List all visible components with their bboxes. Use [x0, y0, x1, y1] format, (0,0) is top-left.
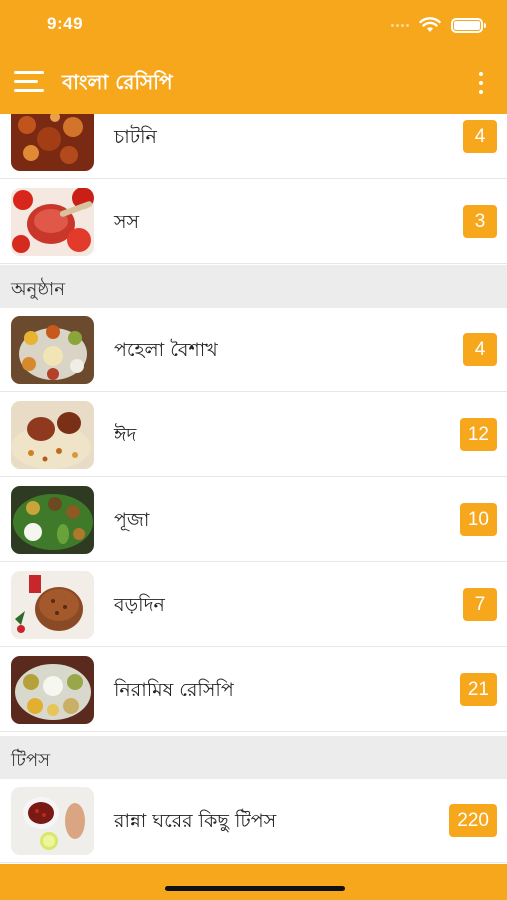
category-list[interactable]: চাটনি 4 সস 3 অনুষ্ঠান পহেলা বৈশাখ 4 ঈদ 1…	[0, 114, 507, 864]
list-item-eid[interactable]: ঈদ 12	[0, 393, 507, 477]
count-badge: 220	[449, 804, 497, 837]
chutney-thumbnail	[11, 114, 94, 171]
more-options-icon[interactable]	[471, 72, 491, 94]
list-item-label: পহেলা বৈশাখ	[114, 339, 218, 361]
christmas-thumbnail	[11, 571, 94, 639]
app-bar: বাংলা রেসিপি	[0, 58, 507, 108]
section-header-tips: টিপস	[0, 736, 507, 779]
status-bar: 9:49	[0, 0, 507, 50]
count-badge: 3	[463, 205, 497, 238]
list-item-vegetarian[interactable]: নিরামিষ রেসিপি 21	[0, 648, 507, 732]
pohela-boishakh-thumbnail	[11, 316, 94, 384]
menu-icon[interactable]	[14, 71, 46, 93]
home-indicator[interactable]	[165, 886, 345, 891]
kitchen-tips-thumbnail	[11, 787, 94, 855]
status-icons	[391, 17, 486, 33]
list-item-chutney[interactable]: চাটনি 4	[0, 114, 507, 179]
list-item-label: সস	[114, 211, 140, 233]
battery-icon	[451, 17, 486, 33]
app-title: বাংলা রেসিপি	[62, 70, 173, 94]
list-item-label: চাটনি	[114, 126, 157, 148]
count-badge: 10	[459, 503, 497, 536]
count-badge: 7	[463, 588, 497, 621]
section-title: টিপস	[11, 750, 51, 771]
section-title: অনুষ্ঠান	[11, 279, 66, 300]
list-item-sauce[interactable]: সস 3	[0, 180, 507, 264]
app-header: 9:49 বাংলা রেসিপি	[0, 0, 507, 114]
count-badge: 21	[459, 673, 497, 706]
list-item-christmas[interactable]: বড়দিন 7	[0, 563, 507, 647]
list-item-kitchen-tips[interactable]: রান্না ঘরের কিছু টিপস 220	[0, 779, 507, 863]
bottom-bar	[0, 864, 507, 900]
cellular-signal-icon	[391, 23, 409, 27]
count-badge: 4	[463, 333, 497, 366]
list-item-label: পূজা	[114, 509, 150, 531]
list-item-pohela-boishakh[interactable]: পহেলা বৈশাখ 4	[0, 308, 507, 392]
list-item-label: রান্না ঘরের কিছু টিপস	[114, 810, 277, 832]
list-item-label: বড়দিন	[114, 594, 165, 616]
sauce-thumbnail	[11, 188, 94, 256]
list-item-puja[interactable]: পূজা 10	[0, 478, 507, 562]
eid-thumbnail	[11, 401, 94, 469]
count-badge: 12	[459, 418, 497, 451]
puja-thumbnail	[11, 486, 94, 554]
vegetarian-thumbnail	[11, 656, 94, 724]
wifi-icon	[419, 17, 441, 32]
list-item-label: ঈদ	[114, 424, 137, 446]
section-header-events: অনুষ্ঠান	[0, 265, 507, 308]
list-item-label: নিরামিষ রেসিপি	[114, 679, 234, 701]
status-time: 9:49	[47, 14, 84, 33]
count-badge: 4	[463, 120, 497, 153]
